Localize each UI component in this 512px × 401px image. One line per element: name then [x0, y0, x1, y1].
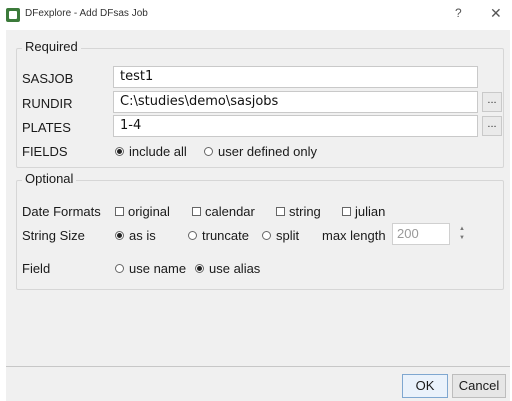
field-use-name-radio[interactable] [115, 264, 124, 273]
date-string-checkbox[interactable] [276, 207, 285, 216]
close-button[interactable]: ✕ [490, 5, 502, 22]
fields-user-defined-radio[interactable] [204, 147, 213, 156]
plates-label: PLATES [22, 120, 71, 135]
dialog-body: Required SASJOB test1 RUNDIR C:\studies\… [6, 30, 510, 401]
app-icon [6, 8, 20, 22]
title-bar: DFexplore - Add DFsas Job ? ✕ [0, 0, 512, 30]
sasjob-field[interactable]: test1 [113, 66, 478, 88]
string-truncate-radio[interactable] [188, 231, 197, 240]
optional-group-title: Optional [22, 171, 77, 186]
fields-include-all-label: include all [129, 144, 187, 159]
string-split-radio[interactable] [262, 231, 271, 240]
fields-label: FIELDS [22, 144, 68, 159]
date-string-label: string [289, 204, 321, 219]
string-truncate-label: truncate [202, 228, 249, 243]
date-calendar-checkbox[interactable] [192, 207, 201, 216]
help-button[interactable]: ? [455, 6, 462, 20]
date-julian-checkbox[interactable] [342, 207, 351, 216]
footer-divider [6, 366, 510, 367]
field-label: Field [22, 261, 51, 276]
date-julian-label: julian [355, 204, 386, 219]
sasjob-label: SASJOB [22, 71, 74, 86]
required-group-title: Required [22, 39, 81, 54]
plates-browse-button[interactable]: ... [482, 116, 502, 136]
date-calendar-label: calendar [205, 204, 255, 219]
plates-field[interactable]: 1-4 [113, 115, 478, 137]
fields-include-all-radio[interactable] [115, 147, 124, 156]
string-as-is-radio[interactable] [115, 231, 124, 240]
field-use-alias-label: use alias [209, 261, 261, 276]
fields-user-defined-label: user defined only [218, 144, 318, 159]
string-as-is-label: as is [129, 228, 156, 243]
window-title: DFexplore - Add DFsas Job [25, 8, 148, 19]
string-size-label: String Size [22, 228, 85, 243]
ok-button[interactable]: OK [402, 374, 448, 398]
field-use-alias-radio[interactable] [195, 264, 204, 273]
date-original-checkbox[interactable] [115, 207, 124, 216]
string-split-label: split [276, 228, 300, 243]
rundir-field[interactable]: C:\studies\demo\sasjobs [113, 91, 478, 113]
max-length-spinbox[interactable]: 200 [392, 223, 450, 245]
cancel-button[interactable]: Cancel [452, 374, 506, 398]
spin-arrows-icon[interactable]: ▲ ▼ [455, 223, 469, 245]
rundir-label: RUNDIR [22, 96, 73, 111]
date-original-label: original [128, 204, 170, 219]
rundir-browse-button[interactable]: ... [482, 92, 502, 112]
max-length-label: max length [322, 228, 386, 243]
field-use-name-label: use name [129, 261, 187, 276]
date-formats-label: Date Formats [22, 204, 101, 219]
